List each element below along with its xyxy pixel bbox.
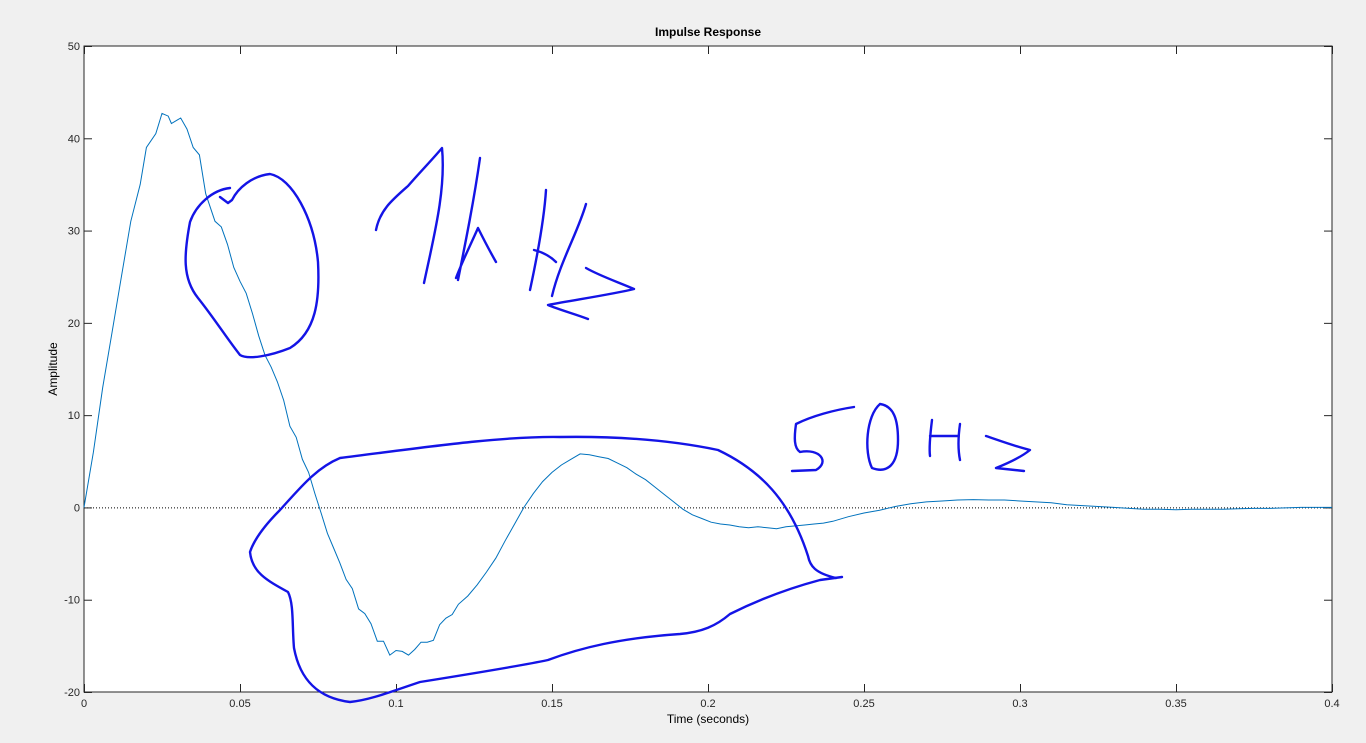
x-tick-label: 0.05 bbox=[229, 698, 250, 710]
chart-title: Impulse Response bbox=[655, 25, 761, 39]
x-tick-label: 0 bbox=[81, 698, 87, 710]
x-tick-label: 0.4 bbox=[1324, 698, 1339, 710]
y-tick-label: 30 bbox=[68, 226, 80, 238]
x-tick-label: 0.35 bbox=[1165, 698, 1186, 710]
x-axis-label: Time (seconds) bbox=[667, 712, 749, 726]
y-axis-label: Amplitude bbox=[46, 342, 60, 396]
x-tick-label: 0.3 bbox=[1012, 698, 1027, 710]
y-tick-label: -20 bbox=[64, 687, 80, 699]
x-tick-label: 0.1 bbox=[388, 698, 403, 710]
impulse-response-figure: 0 0.05 0.1 0.15 0.2 0.25 0.3 0.35 0.4 -20 -10 0 10 20… bbox=[46, 25, 1340, 726]
x-tick-label: 0.2 bbox=[700, 698, 715, 710]
y-tick-label: 50 bbox=[68, 41, 80, 53]
y-tick-label: 0 bbox=[74, 502, 80, 514]
y-tick-label: -10 bbox=[64, 595, 80, 607]
plot-area bbox=[83, 45, 1333, 693]
y-tick-label: 10 bbox=[68, 410, 80, 422]
x-tick-label: 0.25 bbox=[853, 698, 874, 710]
y-tick-label: 40 bbox=[68, 133, 80, 145]
x-tick-label: 0.15 bbox=[541, 698, 562, 710]
y-tick-label: 20 bbox=[68, 318, 80, 330]
